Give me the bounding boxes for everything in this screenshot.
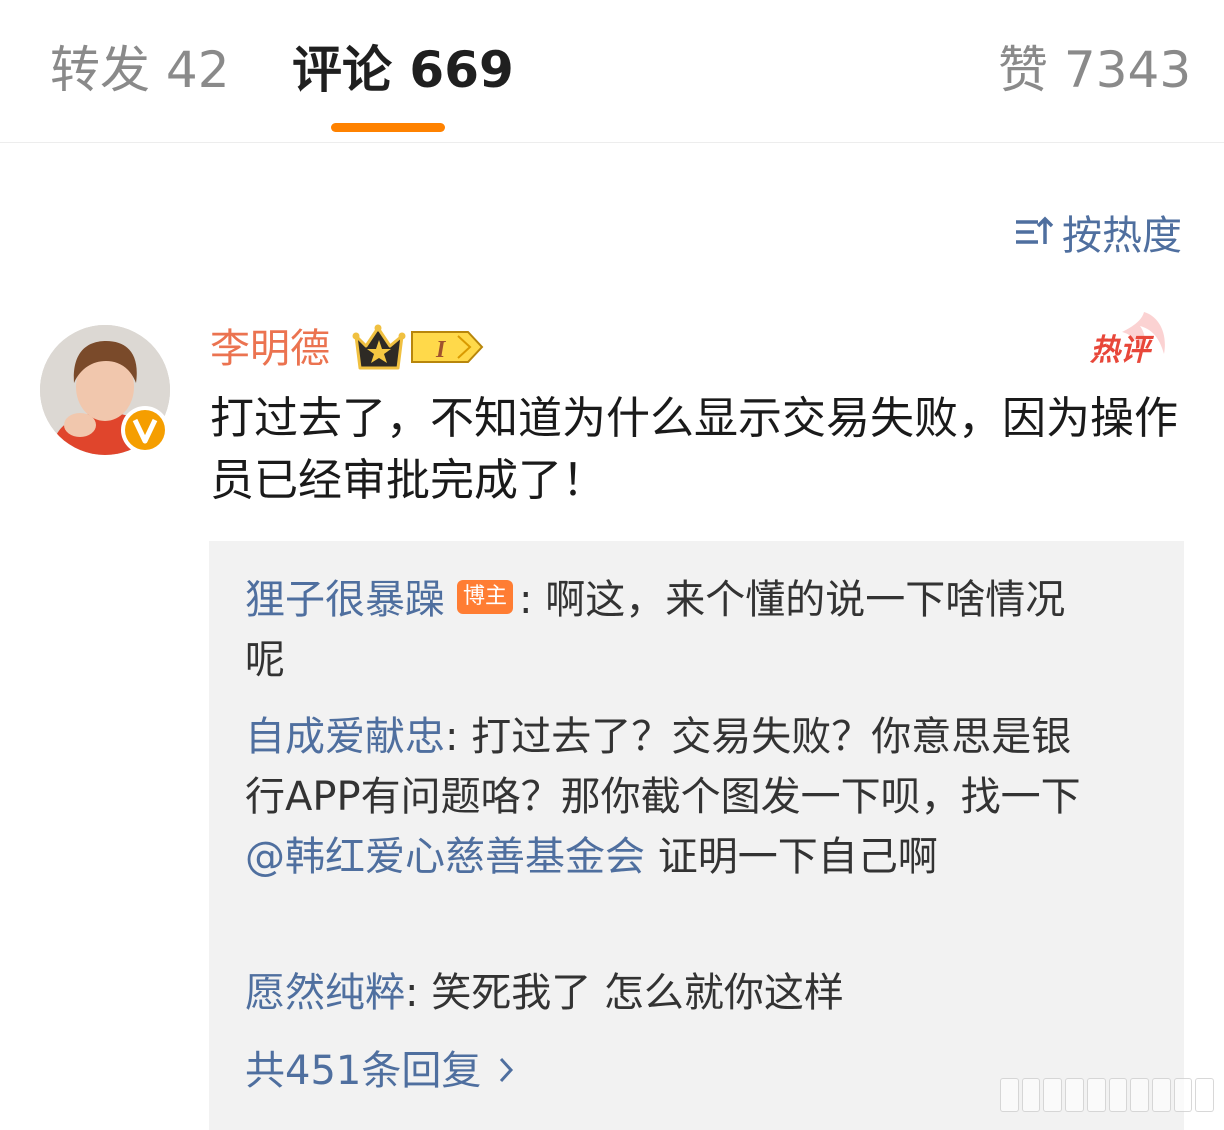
comment-username[interactable]: 李明德 <box>210 323 330 375</box>
tab-comments-count: 669 <box>409 41 514 99</box>
reply-separator: : <box>519 577 546 623</box>
tab-comments[interactable]: 评论 669 <box>292 38 514 102</box>
sort-icon <box>1016 216 1054 244</box>
reply-author[interactable]: 自成爱献忠 <box>245 714 445 760</box>
reply-text: 笑死我了 怎么就你这样 <box>431 970 844 1016</box>
tab-likes-label: 赞 <box>998 41 1048 99</box>
tab-likes[interactable]: 赞 7343 <box>998 38 1191 102</box>
comment-text: 打过去了，不知道为什么显示交易失败，因为操作员已经审批完成了！ <box>210 393 1178 506</box>
reply-text-after: 证明一下自己啊 <box>645 834 938 880</box>
sort-label: 按热度 <box>1062 213 1182 259</box>
tab-reposts-count: 42 <box>165 41 230 99</box>
active-tab-indicator <box>331 123 445 132</box>
mention-link[interactable]: @韩红爱心慈善基金会 <box>245 834 645 880</box>
level-label: I <box>435 337 447 363</box>
tab-reposts[interactable]: 转发 42 <box>50 38 230 102</box>
list-item: 愿然纯粹: 笑死我了 怎么就你这样 <box>245 963 1105 1023</box>
tab-comments-label: 评论 <box>292 41 392 99</box>
reply-author[interactable]: 狸子很暴躁 <box>245 577 445 623</box>
verified-badge-icon <box>121 406 169 454</box>
chevron-right-icon <box>500 1057 514 1083</box>
more-replies-label: 共451条回复 <box>245 1048 482 1094</box>
tab-bar: 转发 42 评论 669 赞 7343 <box>0 0 1224 143</box>
tab-reposts-label: 转发 <box>50 41 150 99</box>
reply-separator: : <box>445 714 472 760</box>
hot-comment-badge-icon: 热评 <box>1089 312 1165 368</box>
reply-list: 狸子很暴躁 博主: 啊这，来个懂的说一下啥情况呢 自成爱献忠: 打过去了？交易失败… <box>209 541 1184 1130</box>
reply-author[interactable]: 愿然纯粹 <box>245 970 405 1016</box>
reply-separator: : <box>405 970 432 1016</box>
list-item: 狸子很暴躁 博主: 啊这，来个懂的说一下啥情况呢 <box>245 570 1105 690</box>
author-badge: 博主 <box>457 580 514 614</box>
watermark <box>1000 1078 1215 1112</box>
list-item: 自成爱献忠: 打过去了？交易失败？你意思是银行APP有问题咯？那你截个图发一下呗… <box>245 707 1105 887</box>
sort-by-hot-button[interactable]: 按热度 <box>1014 206 1182 259</box>
crown-level-badge-icon: I <box>352 324 484 370</box>
hot-label: 热评 <box>1089 333 1155 368</box>
tab-likes-count: 7343 <box>1063 41 1192 99</box>
more-replies-link[interactable]: 共451条回复 <box>245 1041 515 1101</box>
